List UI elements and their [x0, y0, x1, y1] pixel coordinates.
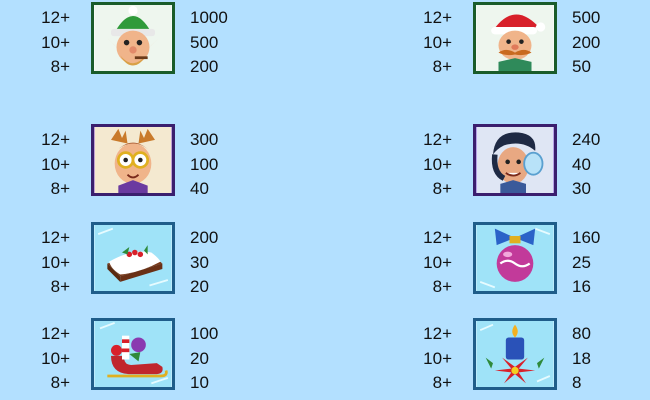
- match-count: 8+: [432, 179, 452, 198]
- match-count: 12+: [41, 228, 70, 247]
- paytable-entry-elf: 12+ 10+ 8+ 1000 500 200: [30, 2, 290, 82]
- match-count: 12+: [423, 130, 452, 149]
- payout-value: 40: [190, 179, 209, 198]
- match-count: 12+: [423, 228, 452, 247]
- earmuffs-kid-icon: [473, 124, 557, 196]
- match-count-list: 12+ 10+ 8+: [30, 6, 70, 80]
- elf-icon: [91, 2, 175, 74]
- ornament-bauble-icon: [473, 222, 557, 294]
- match-count: 8+: [50, 277, 70, 296]
- payout-value: 10: [190, 373, 209, 392]
- payout-value: 16: [572, 277, 591, 296]
- match-count-list: 12+ 10+ 8+: [412, 128, 452, 202]
- payout-value: 200: [190, 228, 219, 247]
- match-count: 12+: [423, 8, 452, 27]
- christmas-cake-icon: [91, 222, 175, 294]
- match-count: 12+: [41, 324, 70, 343]
- match-count: 12+: [423, 324, 452, 343]
- payout-value: 500: [572, 8, 601, 27]
- match-count-list: 12+ 10+ 8+: [412, 226, 452, 300]
- payout-list: 240 40 30: [572, 128, 632, 202]
- payout-list: 200 30 20: [190, 226, 250, 300]
- match-count-list: 12+ 10+ 8+: [30, 128, 70, 202]
- match-count-list: 12+ 10+ 8+: [30, 226, 70, 300]
- payout-list: 160 25 16: [572, 226, 632, 300]
- paytable-entry-earmuffs-kid: 12+ 10+ 8+ 240 40 30: [412, 124, 650, 204]
- match-count-list: 12+ 10+ 8+: [412, 322, 452, 396]
- paytable-entry-sleigh: 12+ 10+ 8+ 100 20 10: [30, 318, 290, 398]
- payout-value: 300: [190, 130, 219, 149]
- paytable-entry-candle-poinsettia: 12+ 10+ 8+ 80 18 8: [412, 318, 650, 398]
- match-count: 10+: [41, 32, 70, 52]
- match-count: 12+: [41, 8, 70, 27]
- match-count: 8+: [50, 179, 70, 198]
- payout-value: 160: [572, 228, 601, 247]
- match-count: 10+: [41, 348, 70, 368]
- payout-value: 20: [190, 348, 209, 368]
- payout-value: 80: [572, 324, 591, 343]
- payout-value: 200: [190, 57, 219, 76]
- payout-value: 30: [190, 252, 209, 272]
- payout-value: 50: [572, 57, 591, 76]
- match-count: 10+: [41, 154, 70, 174]
- payout-value: 500: [190, 32, 219, 52]
- payout-list: 80 18 8: [572, 322, 632, 396]
- payout-list: 1000 500 200: [190, 6, 250, 80]
- paytable-entry-ornament-bauble: 12+ 10+ 8+ 160 25 16: [412, 222, 650, 302]
- payout-value: 30: [572, 179, 591, 198]
- payout-value: 200: [572, 32, 601, 52]
- payout-list: 100 20 10: [190, 322, 250, 396]
- paytable-entry-reindeer-kid: 12+ 10+ 8+ 300 100 40: [30, 124, 290, 204]
- payout-value: 8: [572, 373, 582, 392]
- match-count: 10+: [423, 32, 452, 52]
- match-count: 8+: [50, 57, 70, 76]
- match-count-list: 12+ 10+ 8+: [30, 322, 70, 396]
- match-count: 8+: [432, 373, 452, 392]
- sleigh-icon: [91, 318, 175, 390]
- match-count: 8+: [432, 277, 452, 296]
- match-count: 10+: [423, 154, 452, 174]
- match-count: 10+: [41, 252, 70, 272]
- reindeer-kid-icon: [91, 124, 175, 196]
- candle-poinsettia-icon: [473, 318, 557, 390]
- payout-value: 25: [572, 252, 591, 272]
- payout-list: 300 100 40: [190, 128, 250, 202]
- match-count: 8+: [432, 57, 452, 76]
- paytable-entry-santa: 12+ 10+ 8+ 500 200 50: [412, 2, 650, 82]
- payout-value: 240: [572, 130, 601, 149]
- paytable-entry-christmas-cake: 12+ 10+ 8+ 200 30 20: [30, 222, 290, 302]
- payout-list: 500 200 50: [572, 6, 632, 80]
- payout-value: 20: [190, 277, 209, 296]
- payout-value: 40: [572, 154, 591, 174]
- match-count: 10+: [423, 252, 452, 272]
- match-count: 10+: [423, 348, 452, 368]
- match-count: 12+: [41, 130, 70, 149]
- payout-value: 18: [572, 348, 591, 368]
- payout-value: 100: [190, 154, 219, 174]
- santa-icon: [473, 2, 557, 74]
- payout-value: 100: [190, 324, 219, 343]
- match-count: 8+: [50, 373, 70, 392]
- payout-value: 1000: [190, 8, 228, 27]
- match-count-list: 12+ 10+ 8+: [412, 6, 452, 80]
